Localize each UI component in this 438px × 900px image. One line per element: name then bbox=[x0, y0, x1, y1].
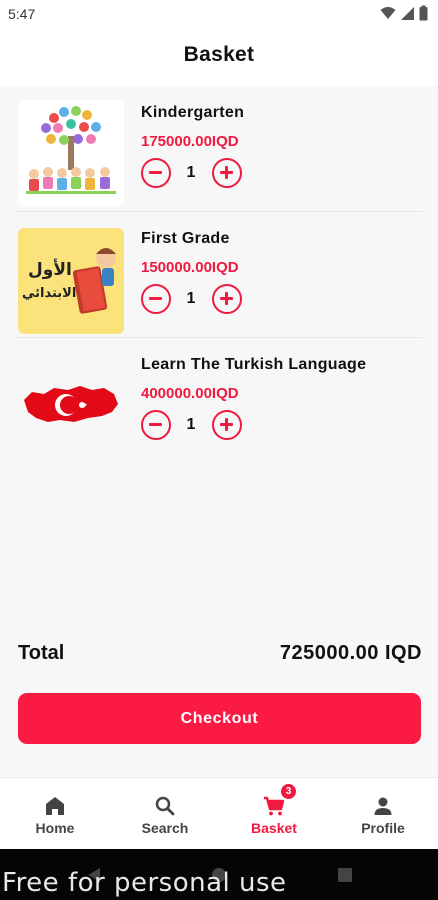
item-price: 400000.00IQD bbox=[141, 385, 239, 402]
increase-button[interactable] bbox=[212, 284, 242, 314]
nav-search-label: Search bbox=[141, 820, 189, 836]
status-icons bbox=[380, 5, 428, 21]
basket-item: Kindergarten 175000.00IQD 1 bbox=[16, 88, 422, 212]
decrease-button[interactable] bbox=[141, 410, 171, 440]
decrease-button[interactable] bbox=[141, 158, 171, 188]
bottom-nav: Home Search 3 Basket Profile bbox=[0, 777, 438, 849]
checkout-button[interactable]: Checkout bbox=[18, 693, 421, 744]
image-text-line1: الأول bbox=[28, 260, 72, 280]
cart-icon bbox=[264, 796, 285, 816]
turkey-map-image bbox=[18, 352, 124, 458]
basket-item: Learn The Turkish Language 400000.00IQD … bbox=[16, 340, 422, 464]
first-grade-image: الأول الابتدائي bbox=[18, 228, 124, 334]
wifi-icon bbox=[380, 7, 396, 19]
nav-search[interactable]: Search bbox=[110, 778, 220, 850]
recents-icon[interactable] bbox=[337, 867, 353, 883]
page-title: Basket bbox=[183, 43, 255, 66]
decrease-button[interactable] bbox=[141, 284, 171, 314]
cart-badge: 3 bbox=[281, 784, 296, 799]
item-name: Learn The Turkish Language bbox=[141, 356, 367, 373]
nav-profile-label: Profile bbox=[361, 820, 405, 836]
item-price: 150000.00IQD bbox=[141, 259, 239, 276]
item-price: 175000.00IQD bbox=[141, 133, 239, 150]
status-bar: 5:47 bbox=[0, 0, 438, 28]
app-bar: Basket bbox=[0, 28, 438, 86]
quantity-value: 1 bbox=[186, 164, 196, 181]
home-icon bbox=[46, 797, 64, 815]
quantity-value: 1 bbox=[186, 416, 196, 433]
image-text-line2: الابتدائي bbox=[22, 286, 77, 301]
watermark: Free for personal use bbox=[2, 868, 287, 898]
total-row: Total 725000.00 IQD bbox=[18, 642, 422, 670]
signal-icon bbox=[401, 7, 414, 20]
item-name: First Grade bbox=[141, 230, 230, 247]
search-icon bbox=[155, 796, 175, 816]
status-time: 5:47 bbox=[8, 6, 36, 22]
quantity-value: 1 bbox=[186, 290, 196, 307]
person-icon bbox=[374, 797, 392, 815]
item-name: Kindergarten bbox=[141, 104, 245, 121]
increase-button[interactable] bbox=[212, 410, 242, 440]
total-value: 725000.00 IQD bbox=[279, 642, 422, 664]
nav-profile[interactable]: Profile bbox=[328, 778, 438, 850]
basket-item: الأول الابتدائي First Grade 150000.00IQD… bbox=[16, 214, 422, 338]
nav-basket-label: Basket bbox=[251, 820, 297, 836]
total-label: Total bbox=[18, 642, 65, 664]
increase-button[interactable] bbox=[212, 158, 242, 188]
kindergarten-image bbox=[18, 100, 124, 206]
battery-icon bbox=[419, 5, 428, 21]
nav-home-label: Home bbox=[35, 820, 75, 836]
nav-basket[interactable]: 3 Basket bbox=[219, 778, 329, 850]
quantity-stepper: 1 bbox=[141, 158, 251, 188]
nav-home[interactable]: Home bbox=[0, 778, 110, 850]
quantity-stepper: 1 bbox=[141, 410, 251, 440]
quantity-stepper: 1 bbox=[141, 284, 251, 314]
